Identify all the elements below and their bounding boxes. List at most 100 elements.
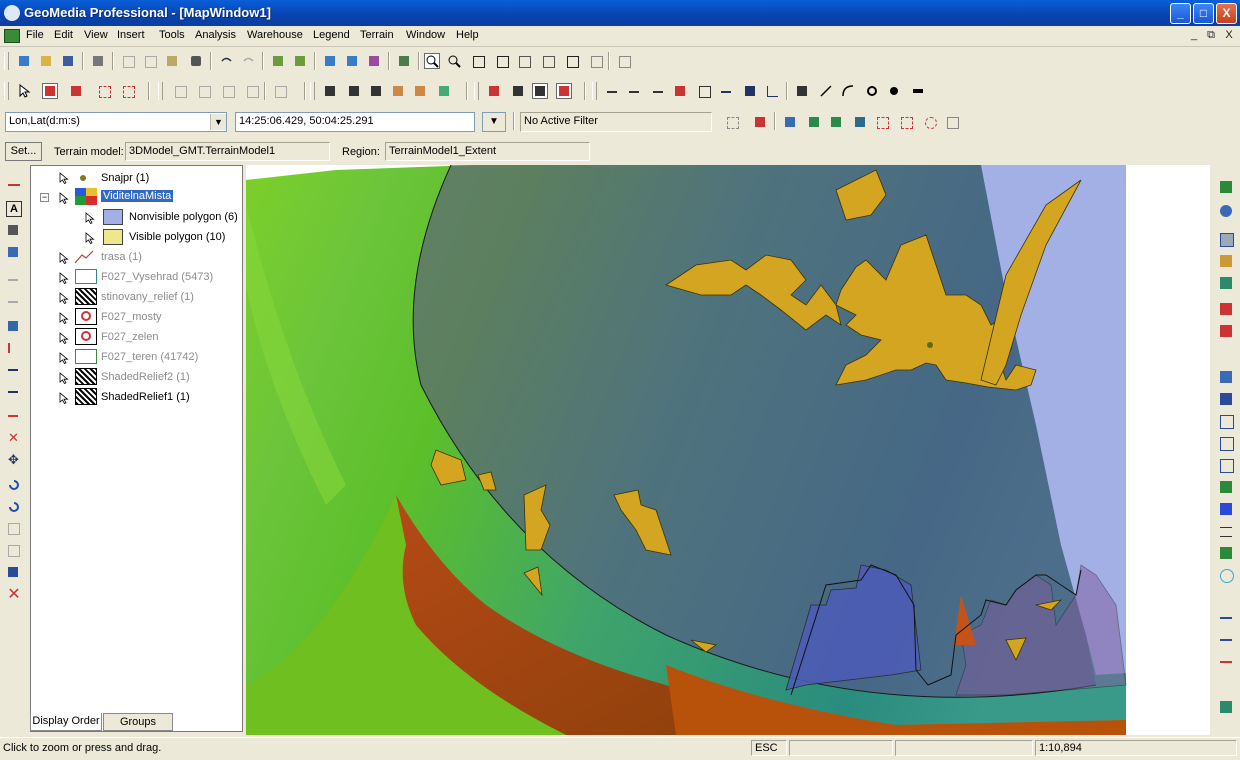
- split-feature-icon[interactable]: ✕: [6, 431, 22, 447]
- filter-cursor-icon[interactable]: [724, 114, 740, 130]
- hidden-arrow-icon[interactable]: [59, 252, 69, 264]
- zoom-out-icon[interactable]: [446, 53, 462, 69]
- cut-fill-icon[interactable]: [1218, 655, 1234, 671]
- select-multiple-icon[interactable]: [42, 83, 58, 99]
- move-vertex-icon[interactable]: ✥: [6, 453, 22, 469]
- collapse-toggle[interactable]: −: [40, 193, 49, 202]
- toolbar-grip[interactable]: [474, 82, 479, 100]
- fit-all-icon[interactable]: [470, 53, 486, 69]
- precision-corner-icon[interactable]: [764, 83, 780, 99]
- draw-arc-icon[interactable]: [840, 83, 856, 99]
- menu-view[interactable]: View: [84, 29, 108, 41]
- line-of-sight-icon[interactable]: [828, 114, 844, 130]
- break-line-icon[interactable]: [6, 409, 22, 425]
- continue-geometry-icon[interactable]: [6, 319, 22, 335]
- visible-arrow-icon[interactable]: [59, 192, 69, 204]
- precision-offset-icon[interactable]: [718, 83, 734, 99]
- select-rectangle-icon[interactable]: [96, 83, 112, 99]
- toolbar-grip[interactable]: [4, 52, 9, 70]
- viewshed-icon[interactable]: [806, 114, 822, 130]
- watershed-icon[interactable]: [1218, 567, 1234, 583]
- insert-label-icon[interactable]: [390, 83, 406, 99]
- draw-point-icon[interactable]: [886, 83, 902, 99]
- paste-icon[interactable]: [164, 53, 180, 69]
- mdi-close-button[interactable]: X: [1221, 28, 1237, 42]
- draw-circle-icon[interactable]: [864, 83, 880, 99]
- toolbar-grip[interactable]: [158, 82, 163, 100]
- terrain-model-icon[interactable]: [1218, 179, 1234, 195]
- trim-icon[interactable]: [6, 341, 22, 357]
- tab-groups[interactable]: Groups: [103, 713, 173, 731]
- precision-point-icon[interactable]: [604, 83, 620, 99]
- split-icon[interactable]: [486, 83, 502, 99]
- spin-icon[interactable]: [6, 521, 22, 537]
- insert-image-icon[interactable]: [412, 83, 428, 99]
- hidden-arrow-icon[interactable]: [59, 292, 69, 304]
- undo-icon[interactable]: [218, 53, 234, 69]
- volume-icon[interactable]: [1218, 545, 1234, 561]
- copy-parallel-icon[interactable]: [6, 543, 22, 559]
- menu-warehouse[interactable]: Warehouse: [247, 29, 303, 41]
- redo-icon[interactable]: [240, 53, 256, 69]
- map-canvas[interactable]: [246, 165, 1210, 735]
- text-tool-icon[interactable]: [436, 83, 452, 99]
- slope-icon[interactable]: [1218, 275, 1234, 291]
- toolbar-grip[interactable]: [310, 82, 315, 100]
- copy-icon[interactable]: [142, 53, 158, 69]
- coordinate-system-select[interactable]: Lon,Lat(d:m:s): [5, 112, 227, 132]
- insert-text-icon[interactable]: [368, 83, 384, 99]
- insert-area-icon[interactable]: [346, 83, 362, 99]
- menu-help[interactable]: Help: [456, 29, 479, 41]
- rotate-icon[interactable]: [6, 477, 22, 493]
- mdi-restore-button[interactable]: ⧉: [1203, 28, 1219, 42]
- select-polygon-icon[interactable]: [120, 83, 136, 99]
- tin-icon[interactable]: [1218, 413, 1234, 429]
- open-geoworkspace-icon[interactable]: [38, 53, 54, 69]
- terrain-analysis-icon[interactable]: [782, 114, 798, 130]
- select-rectangle-red-icon[interactable]: [874, 114, 890, 130]
- snap-intersect-icon[interactable]: [556, 83, 572, 99]
- select-locate-icon[interactable]: [68, 83, 84, 99]
- mesh-icon[interactable]: [1218, 435, 1234, 451]
- reclass-icon[interactable]: [1218, 479, 1234, 495]
- precision-line-icon[interactable]: [626, 83, 642, 99]
- delete-geometry-icon[interactable]: [794, 83, 810, 99]
- style-icon[interactable]: [588, 53, 604, 69]
- rotate-about-icon[interactable]: [6, 499, 22, 515]
- change-attribute-icon[interactable]: [6, 565, 22, 581]
- map-icon[interactable]: [852, 114, 868, 130]
- set-terrain-button[interactable]: Set...: [5, 142, 42, 161]
- histogram-icon[interactable]: [1218, 501, 1234, 517]
- select-tool-icon[interactable]: [16, 83, 32, 99]
- zoom-in-icon[interactable]: [424, 53, 440, 69]
- visible-arrow-icon[interactable]: [85, 232, 95, 244]
- menu-legend[interactable]: Legend: [313, 29, 350, 41]
- precision-angle-icon[interactable]: [672, 83, 688, 99]
- query-icon[interactable]: [366, 53, 382, 69]
- move-icon[interactable]: [6, 273, 22, 289]
- warehouse-icon[interactable]: [344, 53, 360, 69]
- smart-snap-icon[interactable]: [532, 83, 548, 99]
- menu-tools[interactable]: Tools: [159, 29, 185, 41]
- coordinate-dropdown-button[interactable]: ▼: [482, 112, 506, 132]
- statistics-icon[interactable]: [1218, 523, 1234, 539]
- move-down-icon[interactable]: [244, 83, 260, 99]
- minimize-button[interactable]: _: [1170, 3, 1191, 24]
- map-window-icon[interactable]: [396, 53, 412, 69]
- insert-point-icon[interactable]: [6, 177, 22, 193]
- previous-view-icon[interactable]: [516, 53, 532, 69]
- coordinate-input[interactable]: 14:25:06.429, 50:04:25.291: [235, 112, 475, 132]
- map-window[interactable]: [246, 165, 1210, 735]
- menu-window[interactable]: Window: [406, 29, 445, 41]
- hidden-arrow-icon[interactable]: [59, 272, 69, 284]
- visible-arrow-icon[interactable]: [59, 392, 69, 404]
- close-button[interactable]: X: [1216, 3, 1237, 24]
- filter-flag-icon[interactable]: [752, 114, 768, 130]
- connection-icon[interactable]: [322, 53, 338, 69]
- select-polygon-red-icon[interactable]: [898, 114, 914, 130]
- add-legend-entries-icon[interactable]: [270, 53, 286, 69]
- precision-perp-icon[interactable]: [742, 83, 758, 99]
- tab-display-order[interactable]: Display Order: [30, 713, 102, 731]
- print-icon[interactable]: [90, 53, 106, 69]
- hidden-arrow-icon[interactable]: [59, 312, 69, 324]
